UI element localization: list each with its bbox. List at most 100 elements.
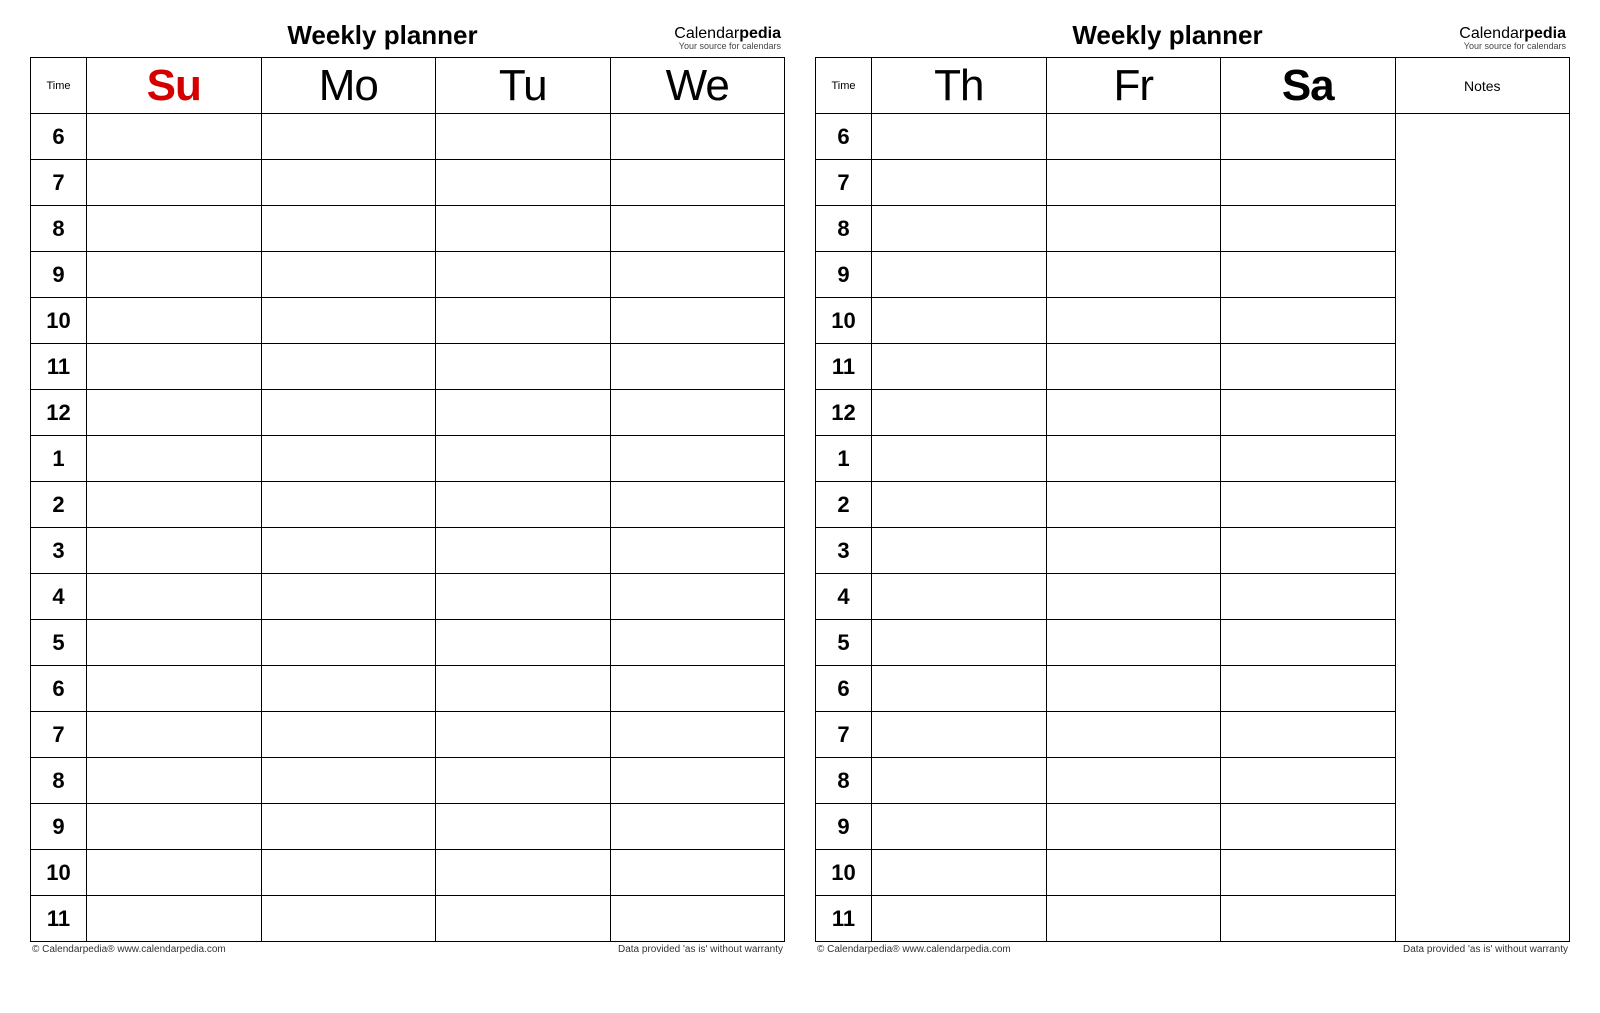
- slot-cell[interactable]: [436, 620, 611, 666]
- slot-cell[interactable]: [1046, 712, 1221, 758]
- slot-cell[interactable]: [1221, 114, 1396, 160]
- slot-cell[interactable]: [1221, 252, 1396, 298]
- slot-cell[interactable]: [610, 252, 785, 298]
- slot-cell[interactable]: [87, 712, 262, 758]
- slot-cell[interactable]: [261, 160, 436, 206]
- slot-cell[interactable]: [610, 206, 785, 252]
- slot-cell[interactable]: [872, 804, 1047, 850]
- slot-cell[interactable]: [436, 252, 611, 298]
- slot-cell[interactable]: [1221, 160, 1396, 206]
- slot-cell[interactable]: [87, 804, 262, 850]
- slot-cell[interactable]: [872, 390, 1047, 436]
- slot-cell[interactable]: [436, 114, 611, 160]
- slot-cell[interactable]: [872, 344, 1047, 390]
- notes-cell[interactable]: [1395, 114, 1570, 942]
- slot-cell[interactable]: [1046, 574, 1221, 620]
- slot-cell[interactable]: [1046, 206, 1221, 252]
- slot-cell[interactable]: [610, 114, 785, 160]
- slot-cell[interactable]: [872, 528, 1047, 574]
- slot-cell[interactable]: [87, 482, 262, 528]
- slot-cell[interactable]: [610, 758, 785, 804]
- slot-cell[interactable]: [610, 620, 785, 666]
- slot-cell[interactable]: [1221, 896, 1396, 942]
- slot-cell[interactable]: [261, 436, 436, 482]
- slot-cell[interactable]: [87, 666, 262, 712]
- slot-cell[interactable]: [261, 482, 436, 528]
- slot-cell[interactable]: [610, 528, 785, 574]
- slot-cell[interactable]: [436, 666, 611, 712]
- slot-cell[interactable]: [872, 574, 1047, 620]
- slot-cell[interactable]: [872, 666, 1047, 712]
- slot-cell[interactable]: [261, 758, 436, 804]
- slot-cell[interactable]: [436, 804, 611, 850]
- slot-cell[interactable]: [436, 574, 611, 620]
- slot-cell[interactable]: [872, 206, 1047, 252]
- slot-cell[interactable]: [872, 436, 1047, 482]
- slot-cell[interactable]: [87, 390, 262, 436]
- slot-cell[interactable]: [436, 344, 611, 390]
- slot-cell[interactable]: [87, 344, 262, 390]
- slot-cell[interactable]: [261, 390, 436, 436]
- slot-cell[interactable]: [87, 206, 262, 252]
- slot-cell[interactable]: [1221, 298, 1396, 344]
- slot-cell[interactable]: [436, 712, 611, 758]
- slot-cell[interactable]: [436, 298, 611, 344]
- slot-cell[interactable]: [261, 574, 436, 620]
- slot-cell[interactable]: [261, 206, 436, 252]
- slot-cell[interactable]: [1221, 850, 1396, 896]
- slot-cell[interactable]: [436, 206, 611, 252]
- slot-cell[interactable]: [1046, 160, 1221, 206]
- slot-cell[interactable]: [610, 804, 785, 850]
- slot-cell[interactable]: [1046, 344, 1221, 390]
- slot-cell[interactable]: [436, 528, 611, 574]
- slot-cell[interactable]: [261, 528, 436, 574]
- slot-cell[interactable]: [87, 252, 262, 298]
- slot-cell[interactable]: [261, 620, 436, 666]
- slot-cell[interactable]: [1046, 620, 1221, 666]
- slot-cell[interactable]: [436, 482, 611, 528]
- slot-cell[interactable]: [436, 850, 611, 896]
- slot-cell[interactable]: [1046, 850, 1221, 896]
- slot-cell[interactable]: [1221, 666, 1396, 712]
- slot-cell[interactable]: [1221, 482, 1396, 528]
- slot-cell[interactable]: [1221, 758, 1396, 804]
- slot-cell[interactable]: [87, 758, 262, 804]
- slot-cell[interactable]: [610, 666, 785, 712]
- slot-cell[interactable]: [610, 712, 785, 758]
- slot-cell[interactable]: [1046, 896, 1221, 942]
- slot-cell[interactable]: [436, 160, 611, 206]
- slot-cell[interactable]: [1046, 298, 1221, 344]
- slot-cell[interactable]: [87, 896, 262, 942]
- slot-cell[interactable]: [1221, 206, 1396, 252]
- slot-cell[interactable]: [436, 758, 611, 804]
- slot-cell[interactable]: [872, 160, 1047, 206]
- slot-cell[interactable]: [872, 298, 1047, 344]
- slot-cell[interactable]: [436, 436, 611, 482]
- slot-cell[interactable]: [1221, 804, 1396, 850]
- slot-cell[interactable]: [872, 712, 1047, 758]
- slot-cell[interactable]: [1221, 344, 1396, 390]
- slot-cell[interactable]: [1046, 390, 1221, 436]
- slot-cell[interactable]: [261, 712, 436, 758]
- slot-cell[interactable]: [261, 344, 436, 390]
- slot-cell[interactable]: [610, 482, 785, 528]
- slot-cell[interactable]: [1046, 252, 1221, 298]
- slot-cell[interactable]: [1221, 712, 1396, 758]
- slot-cell[interactable]: [610, 896, 785, 942]
- slot-cell[interactable]: [872, 482, 1047, 528]
- slot-cell[interactable]: [610, 344, 785, 390]
- slot-cell[interactable]: [1046, 666, 1221, 712]
- slot-cell[interactable]: [87, 436, 262, 482]
- slot-cell[interactable]: [261, 252, 436, 298]
- slot-cell[interactable]: [436, 896, 611, 942]
- slot-cell[interactable]: [872, 896, 1047, 942]
- slot-cell[interactable]: [1221, 390, 1396, 436]
- slot-cell[interactable]: [87, 160, 262, 206]
- slot-cell[interactable]: [1221, 574, 1396, 620]
- slot-cell[interactable]: [1046, 482, 1221, 528]
- slot-cell[interactable]: [87, 114, 262, 160]
- slot-cell[interactable]: [1046, 528, 1221, 574]
- slot-cell[interactable]: [261, 850, 436, 896]
- slot-cell[interactable]: [436, 390, 611, 436]
- slot-cell[interactable]: [1046, 114, 1221, 160]
